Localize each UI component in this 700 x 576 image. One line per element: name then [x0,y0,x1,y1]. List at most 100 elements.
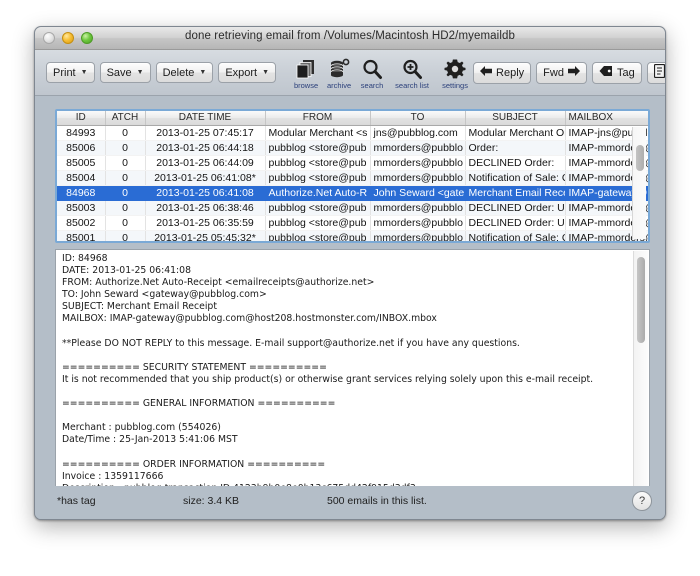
scrollbar-thumb[interactable] [636,145,644,171]
delete-button[interactable]: Delete ▼ [156,62,214,83]
table-cell-subject: DECLINED Order: Uns [465,201,565,216]
document-icon [654,64,665,81]
column-header-from[interactable]: FROM [265,111,370,126]
table-cell-datetime: 2013-01-25 06:44:09 [145,156,265,171]
table-cell-id: 84993 [57,126,105,141]
table-cell-from: pubblog <store@pub [265,231,370,244]
table-cell-datetime: 2013-01-25 06:41:08 [145,186,265,201]
scrollbar-thumb[interactable] [637,257,645,343]
archive-button[interactable]: archive [324,55,354,90]
table-cell-subject: Modular Merchant Ord [465,126,565,141]
table-cell-to: jns@pubblog.com [370,126,465,141]
save-button-label: Save [107,67,132,79]
table-cell-to: mmorders@pubblo [370,141,465,156]
search-list-button-label: search list [395,82,429,90]
table-cell-to: mmorders@pubblo [370,201,465,216]
forward-button[interactable]: Fwd [536,62,587,84]
gear-icon [441,55,469,82]
chevron-down-icon: ▼ [137,69,144,76]
table-cell-from: pubblog <store@pub [265,171,370,186]
column-header-subject[interactable]: SUBJECT [465,111,565,126]
table-row[interactable]: 8496802013-01-25 06:41:08Authorize.Net A… [57,186,650,201]
table-cell-from: Modular Merchant <s [265,126,370,141]
help-button[interactable]: ? [632,491,652,511]
table-cell-datetime: 2013-01-25 06:44:18 [145,141,265,156]
email-list-table[interactable]: ID ATCH DATE TIME FROM TO SUBJECT MAILBO… [55,109,650,243]
table-cell-datetime: 2013-01-25 05:45:32* [145,231,265,244]
database-disk-icon [325,55,353,82]
main-toolbar: Print ▼ Save ▼ Delete ▼ Export ▼ [35,50,665,96]
settings-button[interactable]: settings [437,55,473,90]
column-header-to[interactable]: TO [370,111,465,126]
column-header-mailbox[interactable]: MAILBOX [565,111,650,126]
reply-button-label: Reply [496,67,524,79]
table-cell-atch: 0 [105,231,145,244]
archive-button-label: archive [327,82,351,90]
status-bar: *has tag size: 3.4 KB 500 emails in this… [35,486,665,519]
export-button[interactable]: Export ▼ [218,62,276,83]
tag-button[interactable]: Tag [592,62,642,84]
table-cell-datetime: 2013-01-25 06:41:08* [145,171,265,186]
email-count-label: 500 emails in this list. [327,495,427,507]
table-cell-atch: 0 [105,216,145,231]
table-row[interactable]: 8500502013-01-25 06:44:09pubblog <store@… [57,156,650,171]
table-row[interactable]: 8500102013-01-25 05:45:32*pubblog <store… [57,231,650,244]
table-cell-from: pubblog <store@pub [265,216,370,231]
table-cell-id: 85002 [57,216,105,231]
print-button[interactable]: Print ▼ [46,62,95,83]
table-cell-atch: 0 [105,141,145,156]
raw-button[interactable]: Raw [647,62,666,84]
export-button-label: Export [225,67,257,79]
stacked-pages-icon [292,55,320,82]
window-titlebar: done retrieving email from /Volumes/Maci… [35,27,665,50]
save-button[interactable]: Save ▼ [100,62,151,83]
table-cell-atch: 0 [105,186,145,201]
table-cell-id: 85006 [57,141,105,156]
table-cell-subject: Notification of Sale: Or [465,171,565,186]
chevron-down-icon: ▼ [199,69,206,76]
table-cell-subject: Notification of Sale: Or [465,231,565,244]
table-row[interactable]: 8500402013-01-25 06:41:08*pubblog <store… [57,171,650,186]
chevron-down-icon: ▼ [81,69,88,76]
search-button[interactable]: search [357,55,387,90]
forward-button-label: Fwd [543,67,564,79]
has-tag-note: *has tag [57,495,96,507]
table-cell-subject: Merchant Email Receip [465,186,565,201]
column-header-date-time[interactable]: DATE TIME [145,111,265,126]
table-cell-atch: 0 [105,156,145,171]
arrow-right-icon [568,66,580,79]
reply-button[interactable]: Reply [473,62,531,84]
email-detail-scrollbar[interactable] [633,251,648,502]
table-cell-to: mmorders@pubblo [370,156,465,171]
table-cell-to: John Seward <gate [370,186,465,201]
arrow-left-icon [480,66,492,79]
email-table: ID ATCH DATE TIME FROM TO SUBJECT MAILBO… [57,111,650,243]
column-header-id[interactable]: ID [57,111,105,126]
chevron-down-icon: ▼ [262,69,269,76]
email-detail-pane[interactable]: ID: 84968 DATE: 2013-01-25 06:41:08 FROM… [55,249,650,504]
toolbar-action-button-group: Reply Fwd Tag Raw [473,62,666,84]
table-cell-datetime: 2013-01-25 06:35:59 [145,216,265,231]
window-title: done retrieving email from /Volumes/Maci… [35,30,665,42]
toolbar-icon-button-group: browse [291,55,473,90]
table-cell-subject: DECLINED Order: Uns [465,216,565,231]
search-list-button[interactable]: search list [390,55,434,90]
email-size-label: size: 3.4 KB [183,495,239,507]
table-cell-subject: Order: [465,141,565,156]
table-cell-atch: 0 [105,201,145,216]
column-header-atch[interactable]: ATCH [105,111,145,126]
table-row[interactable]: 8499302013-01-25 07:45:17Modular Merchan… [57,126,650,141]
table-cell-subject: DECLINED Order: [465,156,565,171]
table-row[interactable]: 8500202013-01-25 06:35:59pubblog <store@… [57,216,650,231]
delete-button-label: Delete [163,67,195,79]
table-cell-id: 85004 [57,171,105,186]
search-button-label: search [361,82,384,90]
browse-button[interactable]: browse [291,55,321,90]
table-row[interactable]: 8500602013-01-25 06:44:18pubblog <store@… [57,141,650,156]
email-list-scrollbar[interactable] [632,127,646,239]
table-row[interactable]: 8500302013-01-25 06:38:46pubblog <store@… [57,201,650,216]
table-header-row: ID ATCH DATE TIME FROM TO SUBJECT MAILBO… [57,111,650,126]
email-body-text: ID: 84968 DATE: 2013-01-25 06:41:08 FROM… [62,253,631,503]
table-cell-to: mmorders@pubblo [370,231,465,244]
tag-icon [599,65,613,80]
